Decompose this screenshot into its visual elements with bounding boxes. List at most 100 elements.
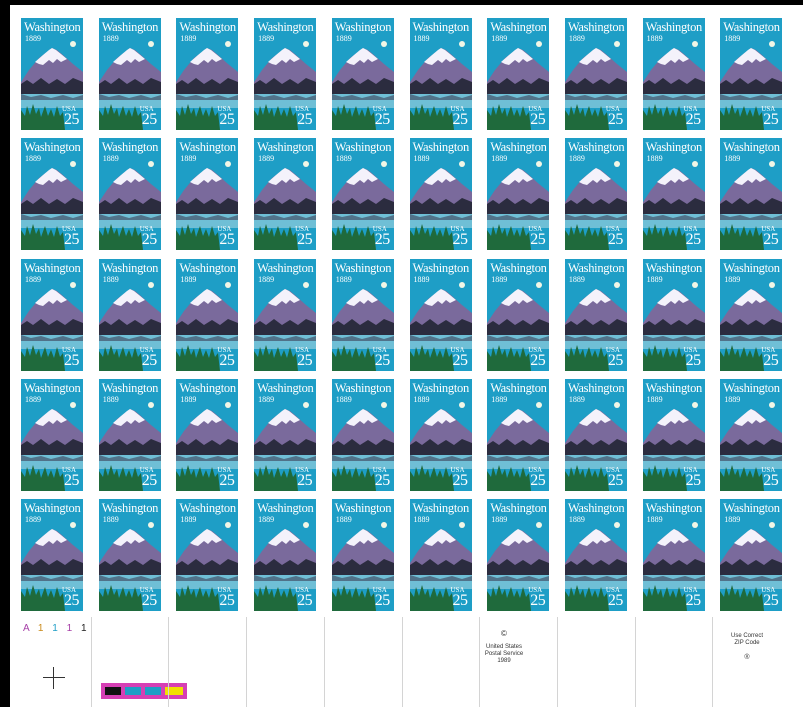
stamp: Washington 1889 USA 25 [642,138,705,251]
stamp-title: Washington [645,501,703,516]
stamp-denomination: 25 [530,231,546,249]
stamp-title: Washington [645,260,703,275]
stamp-denomination: 25 [141,351,158,369]
stamp: Washington 1889 USA 25 [642,18,705,130]
stamp-title: Washington [24,501,81,516]
stamp-year: 1889 [724,154,741,164]
stamp-year: 1889 [335,274,352,284]
stamp-year: 1889 [180,274,197,284]
stamp-denomination: 25 [219,471,235,489]
stamp-title: Washington [179,260,236,275]
moon [380,522,387,529]
stamp-denomination: 25 [763,471,779,489]
stamp-denomination: 25 [452,592,469,610]
stamp-year: 1889 [258,34,275,43]
stamp-year: 1889 [102,515,119,525]
stamp-denomination: 25 [141,592,158,610]
stamp-title: Washington [101,380,159,395]
stamp: Washington 1889 USA 25 [720,258,783,371]
stamp: Washington 1889 USA 25 [409,378,472,491]
moon [458,522,465,529]
stamp-denomination: 25 [530,351,546,369]
moon [147,281,154,288]
moon [691,41,698,47]
plate-number-3: 1 [66,623,76,634]
perforation-line [401,617,403,707]
moon [691,522,698,529]
stamp: Washington 1889 USA 25 [409,499,472,612]
stamp-title: Washington [257,260,314,275]
stamp-title: Washington [257,20,314,34]
stamp-denomination: 25 [374,351,391,369]
moon [613,41,620,47]
stamp-denomination: 25 [374,471,391,489]
stamp-year: 1889 [335,34,352,43]
stamp-year: 1889 [724,34,741,43]
moon [147,522,154,529]
moon [380,281,387,288]
stamp-denomination: 25 [763,231,779,249]
stamp: Washington 1889 USA 25 [642,499,705,612]
stamp-title: Washington [334,140,392,155]
stamp-denomination: 25 [452,231,469,249]
stamp: Washington 1889 USA 25 [331,138,394,251]
moon [303,281,310,288]
stamp: Washington 1889 USA 25 [21,138,83,251]
stamp-year: 1889 [102,154,119,164]
stamp-title: Washington [334,380,392,395]
stamp-denomination: 25 [141,111,158,128]
stamp-year: 1889 [568,274,585,284]
stamp-title: Washington [723,260,780,275]
stamp-denomination: 25 [607,351,624,369]
stamp-title: Washington [24,260,81,275]
perforation-line [246,617,248,707]
stamp-year: 1889 [25,34,41,43]
perforation-line [90,617,92,707]
stamp-title: Washington [412,380,470,395]
moon [303,401,310,408]
stamp-denomination: 25 [530,592,546,610]
stamp-title: Washington [257,140,314,155]
stamp: Washington 1889 USA 25 [564,138,627,251]
stamp-title: Washington [334,20,392,34]
stamp-denomination: 25 [297,471,313,489]
stamp-year: 1889 [258,154,275,164]
stamp: Washington 1889 USA 25 [21,378,83,491]
stamp-denomination: 25 [607,471,624,489]
stamp-year: 1889 [413,515,430,525]
stamp-title: Washington [24,140,81,155]
stamp-year: 1889 [491,274,508,284]
stamp-year: 1889 [258,515,275,525]
moon [613,401,620,408]
stamp-title: Washington [567,501,625,516]
stamp-denomination: 25 [452,471,469,489]
stamp-title: Washington [723,501,780,516]
stamp-denomination: 25 [219,592,235,610]
stamp-year: 1889 [646,274,663,284]
stamp: Washington 1889 USA 25 [720,138,783,251]
plate-number-4: 1 [80,623,90,634]
stamp-title: Washington [490,260,547,275]
stamp: Washington 1889 USA 25 [564,499,627,612]
stamp: Washington 1889 USA 25 [642,258,705,371]
stamp: Washington 1889 USA 25 [176,378,239,491]
plate-number-2: 1 [52,623,61,634]
copyright-text: United States Postal Service 1989 [484,644,524,664]
stamp-year: 1889 [724,394,741,404]
stamp: Washington 1889 USA 25 [331,378,394,491]
stamp-year: 1889 [568,394,585,404]
stamp-denomination: 25 [607,111,624,128]
stamp-year: 1889 [25,274,41,284]
stamp-title: Washington [101,501,159,516]
copyright-notice: © United States Postal Service 1989 [476,623,532,672]
stamp-title: Washington [179,501,236,516]
perforation-line [712,617,714,707]
zip-code-notice: Use Correct ZIP Code ® [722,626,772,668]
stamp-denomination: 25 [452,351,469,369]
copyright-symbol: © [501,629,507,638]
stamp-title: Washington [334,501,392,516]
stamp: Washington 1889 USA 25 [21,258,83,371]
stamp-title: Washington [257,380,314,395]
moon [613,281,620,288]
perforation-line [479,617,481,707]
